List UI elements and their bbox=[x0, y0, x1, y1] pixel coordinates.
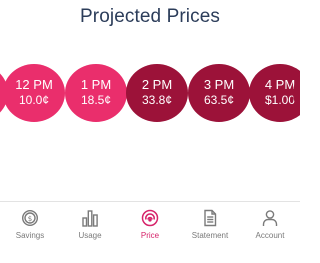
bar-chart-icon bbox=[60, 209, 120, 227]
bottom-tab-bar: $ Savings Usage Price Statement Account bbox=[0, 201, 300, 263]
tab-price[interactable]: Price bbox=[120, 202, 180, 263]
tab-label: Account bbox=[255, 231, 285, 240]
price-bubble-3pm[interactable]: 3 PM 63.5¢ bbox=[188, 64, 250, 122]
tab-label: Price bbox=[140, 231, 160, 240]
price-bubble-12pm[interactable]: 12 PM 10.0¢ bbox=[3, 64, 65, 122]
tab-account[interactable]: Account bbox=[240, 202, 300, 263]
price-value: 63.5¢ bbox=[203, 93, 235, 107]
document-icon bbox=[180, 209, 240, 227]
price-time: 12 PM bbox=[15, 77, 53, 92]
price-time: 2 PM bbox=[141, 77, 173, 92]
savings-coin-icon: $ bbox=[0, 209, 60, 227]
tab-label: Statement bbox=[191, 231, 229, 240]
price-signal-icon bbox=[120, 209, 180, 227]
price-time: 3 PM bbox=[203, 77, 235, 92]
tab-label: Savings bbox=[15, 231, 45, 240]
price-bubble-1pm[interactable]: 1 PM 18.5¢ bbox=[65, 64, 127, 122]
tab-savings[interactable]: $ Savings bbox=[0, 202, 60, 263]
price-value: 33.8¢ bbox=[141, 93, 173, 107]
tab-label: Usage bbox=[78, 231, 102, 240]
price-value: 18.5¢ bbox=[80, 93, 112, 107]
page-title: Projected Prices bbox=[80, 6, 220, 27]
svg-text:$: $ bbox=[28, 215, 32, 223]
price-value: 10.0¢ bbox=[18, 93, 50, 107]
tab-statement[interactable]: Statement bbox=[180, 202, 240, 263]
tab-usage[interactable]: Usage bbox=[60, 202, 120, 263]
price-carousel[interactable]: 12 PM 10.0¢ 1 PM 18.5¢ 2 PM 33.8¢ 3 PM 6… bbox=[0, 64, 300, 122]
price-time: 1 PM bbox=[80, 77, 112, 92]
price-bubble-2pm[interactable]: 2 PM 33.8¢ bbox=[126, 64, 188, 122]
user-icon bbox=[240, 209, 300, 227]
